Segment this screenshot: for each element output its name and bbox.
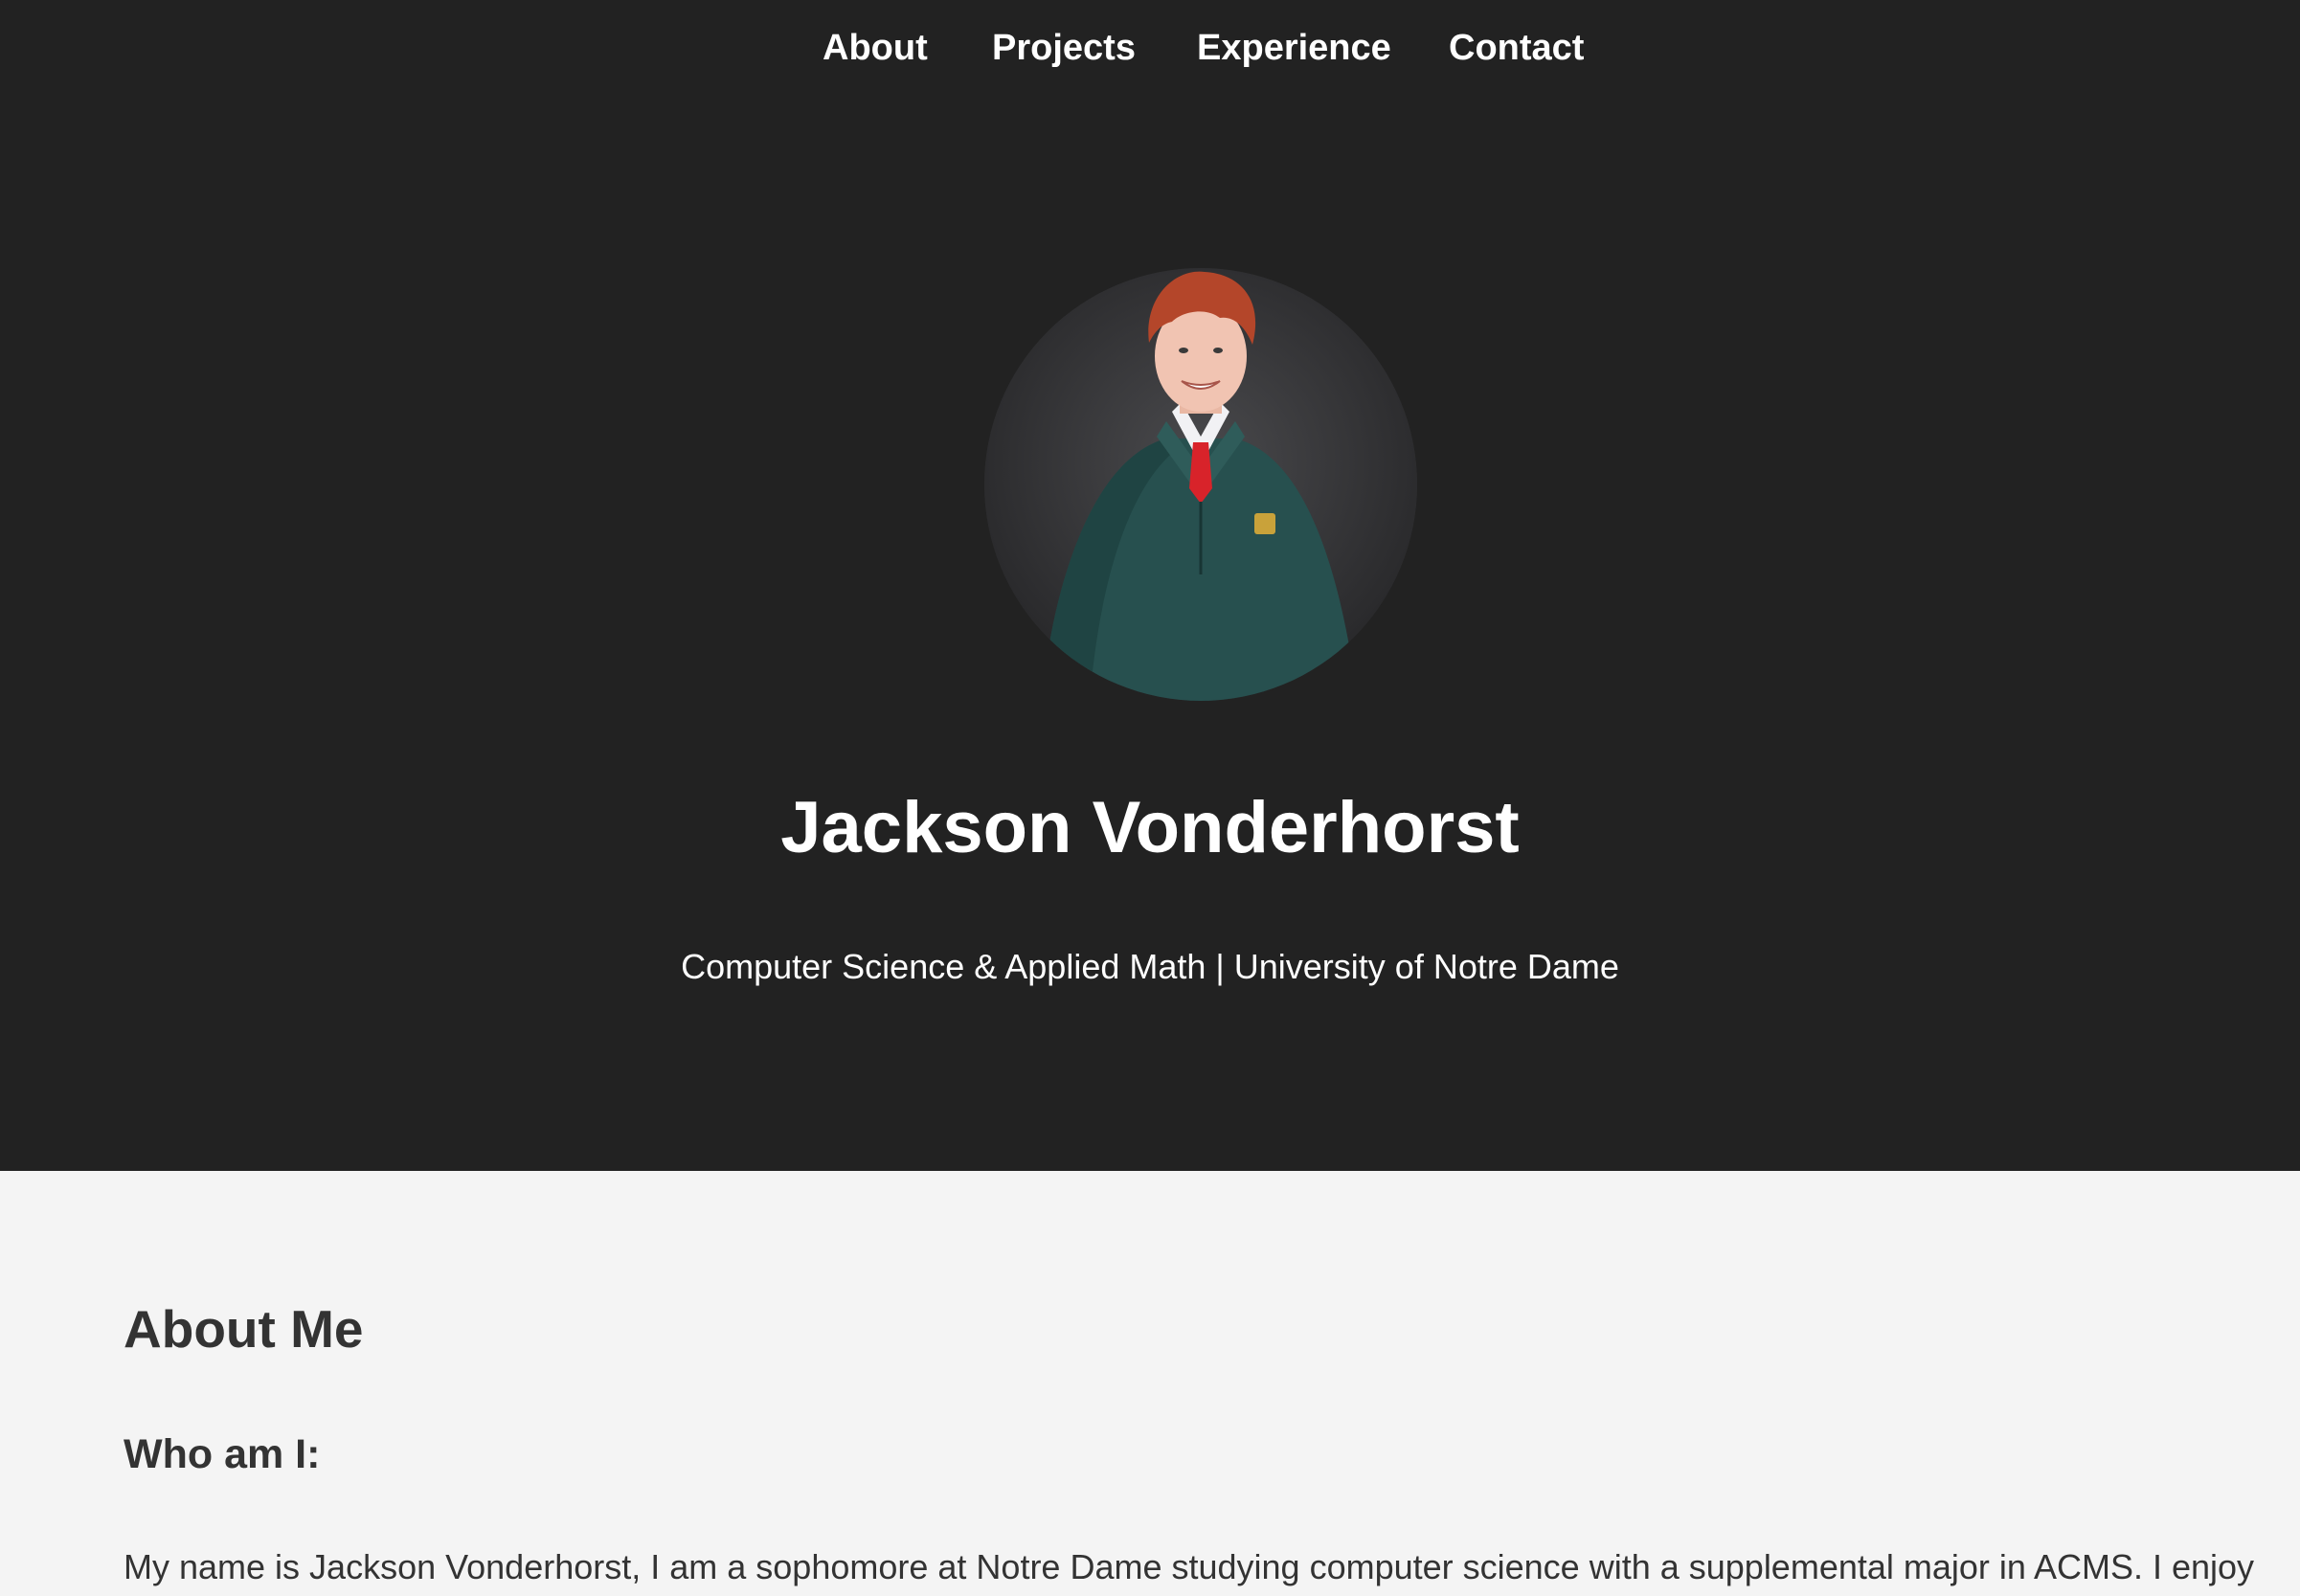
hero-section: About Projects Experience Contact Jackso… [0, 0, 2300, 1171]
profile-name: Jackson Vonderhorst [780, 787, 1520, 868]
nav-projects-link[interactable]: Projects [992, 21, 1136, 75]
profile-photo [984, 268, 1417, 701]
about-heading: About Me [124, 1299, 364, 1359]
nav-about-link[interactable]: About [823, 21, 928, 75]
nav-experience-link[interactable]: Experience [1197, 21, 1391, 75]
nav-contact-link[interactable]: Contact [1449, 21, 1584, 75]
top-nav: About Projects Experience Contact [0, 0, 2300, 96]
profile-subtitle: Computer Science & Applied Math | Univer… [681, 947, 1619, 986]
profile-photo-portrait [984, 268, 1417, 701]
about-subheading: Who am I: [124, 1431, 321, 1477]
about-paragraph: My name is Jackson Vonderhorst, I am a s… [124, 1547, 2255, 1586]
